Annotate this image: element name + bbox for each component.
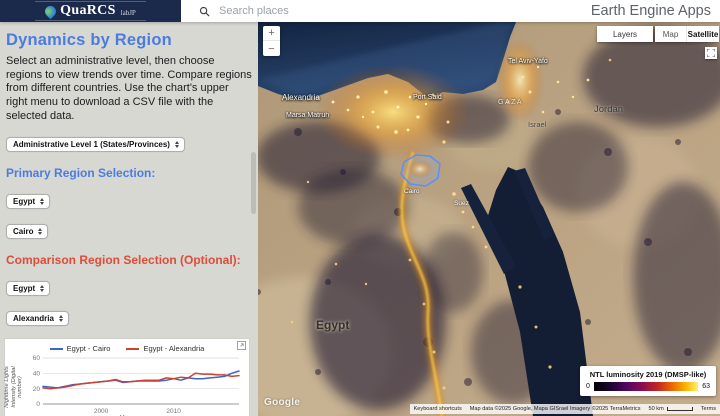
fullscreen-icon xyxy=(707,49,715,57)
stepper-icon xyxy=(175,141,179,148)
earth-engine-app: QuaRCS labJP Earth Engine Apps Dynamics … xyxy=(0,0,720,416)
trend-line-chart: 0 20 40 60 2000 2010 xyxy=(21,353,247,416)
search-icon xyxy=(199,6,210,17)
scale-label: 50 km xyxy=(649,406,664,412)
map-scale: 50 km xyxy=(645,404,697,414)
svg-text:60: 60 xyxy=(33,355,41,362)
svg-text:20: 20 xyxy=(33,386,41,393)
primary-region-value: Cairo xyxy=(13,227,33,236)
map-zoom-control: + − xyxy=(263,26,280,56)
trend-chart-card: Egypt - Cairo Egypt - Alexandria Nighttim… xyxy=(4,338,250,416)
admin-level-value: Administrative Level 1 (States/Provinces… xyxy=(13,140,170,149)
search-bar xyxy=(181,5,591,17)
earth-engine-apps-title: Earth Engine Apps xyxy=(591,3,720,19)
chart-y-axis-label: Nighttime Lights Intensity (Digital numb… xyxy=(7,353,21,415)
primary-country-value: Egypt xyxy=(13,197,35,206)
side-panel: Dynamics by Region Select an administrat… xyxy=(0,22,258,416)
page-title: Dynamics by Region xyxy=(6,31,252,50)
svg-text:0: 0 xyxy=(36,401,40,408)
map-type-toggle: Map Satellite xyxy=(655,26,719,42)
map-container: + − Layers Map Satellite AlexandriaPort … xyxy=(258,22,720,416)
quarcs-pin-icon xyxy=(43,3,59,19)
primary-country-select[interactable]: Egypt xyxy=(6,194,50,209)
map-type-map-button[interactable]: Map xyxy=(655,26,687,42)
fullscreen-button[interactable] xyxy=(705,47,717,59)
ntl-legend-min: 0 xyxy=(586,383,590,390)
terms-link[interactable]: Terms xyxy=(697,404,720,414)
search-input[interactable] xyxy=(219,5,469,17)
ntl-legend-title: NTL luminosity 2019 (DMSP-like) xyxy=(586,370,710,379)
primary-region-select[interactable]: Cairo xyxy=(6,224,48,239)
stepper-icon xyxy=(40,285,44,292)
chart-body: Nighttime Lights Intensity (Digital numb… xyxy=(7,353,247,416)
svg-text:2010: 2010 xyxy=(166,408,181,415)
zoom-in-button[interactable]: + xyxy=(263,26,280,41)
stepper-icon xyxy=(38,228,42,235)
cairo-region-outline xyxy=(401,155,440,186)
comparison-region-heading: Comparison Region Selection (Optional): xyxy=(6,253,252,267)
legend-item: Egypt - Cairo xyxy=(50,344,111,353)
quarcs-logo[interactable]: QuaRCS labJP xyxy=(0,0,181,22)
legend-line-swatch xyxy=(50,348,63,350)
comparison-country-value: Egypt xyxy=(13,284,35,293)
description-text: Select an administrative level, then cho… xyxy=(6,55,252,123)
comparison-country-select[interactable]: Egypt xyxy=(6,281,50,296)
comparison-region-value: Alexandria xyxy=(13,314,54,323)
comparison-region-select[interactable]: Alexandria xyxy=(6,311,69,326)
logo-subtitle: labJP xyxy=(121,9,136,17)
scale-bar xyxy=(667,407,693,411)
header: QuaRCS labJP Earth Engine Apps xyxy=(0,0,720,22)
legend-line-swatch xyxy=(126,348,139,350)
logo-title: QuaRCS xyxy=(60,3,115,19)
primary-region-heading: Primary Region Selection: xyxy=(6,166,252,180)
map-attribution: Keyboard shortcuts Map data ©2025 Google… xyxy=(410,404,720,414)
map-canvas[interactable] xyxy=(258,22,720,416)
zoom-out-button[interactable]: − xyxy=(263,41,280,56)
stepper-icon xyxy=(40,198,44,205)
keyboard-shortcuts-link[interactable]: Keyboard shortcuts xyxy=(410,404,466,414)
panel-scrollbar[interactable] xyxy=(251,152,256,214)
map-data-attribution: Map data ©2025 Google, Mapa GISrael Imag… xyxy=(466,404,645,414)
svg-text:40: 40 xyxy=(33,371,41,378)
layers-button[interactable]: Layers xyxy=(597,26,653,42)
svg-text:2000: 2000 xyxy=(94,408,109,415)
logo-frame: QuaRCS labJP xyxy=(35,1,146,21)
chart-legend: Egypt - Cairo Egypt - Alexandria xyxy=(7,344,247,353)
map-type-satellite-button[interactable]: Satellite xyxy=(687,26,719,42)
legend-item: Egypt - Alexandria xyxy=(126,344,204,353)
chart-expand-icon[interactable] xyxy=(237,341,246,350)
ntl-gradient-bar xyxy=(594,382,698,391)
ntl-legend: NTL luminosity 2019 (DMSP-like) 0 63 xyxy=(580,366,716,396)
stepper-icon xyxy=(59,315,63,322)
google-logo: Google xyxy=(264,397,300,408)
ntl-legend-max: 63 xyxy=(702,383,710,390)
admin-level-select[interactable]: Administrative Level 1 (States/Provinces… xyxy=(6,137,185,152)
